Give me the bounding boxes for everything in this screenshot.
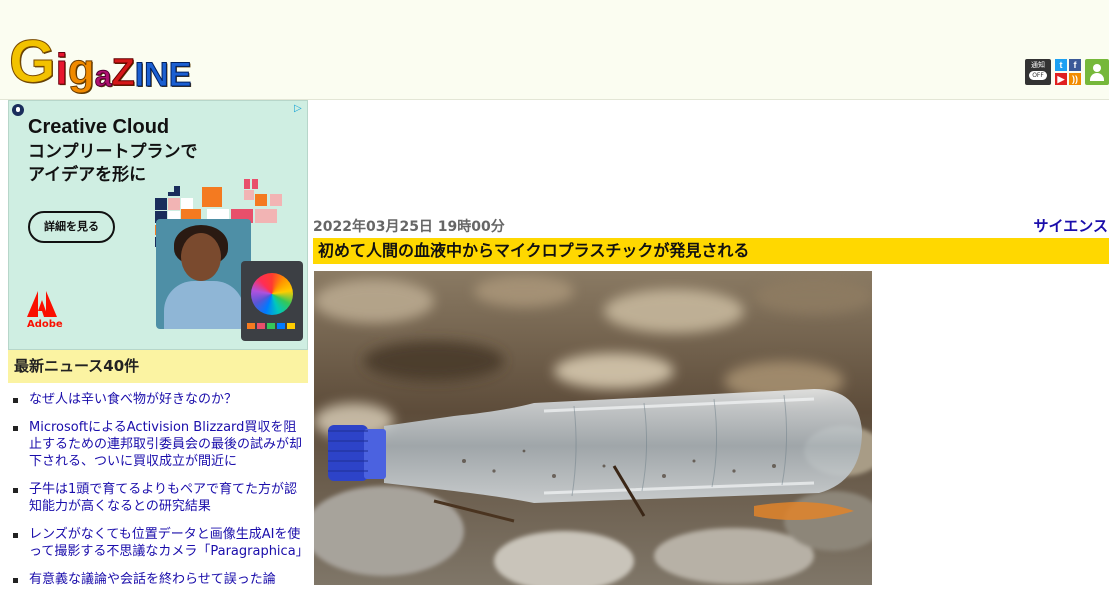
logo-letter: i [55,45,68,94]
adchoices-icon[interactable]: ▷ [294,103,305,115]
ad-person-photo [156,219,251,329]
latest-news-heading-bar: 最新ニュース40件 [8,350,308,383]
ad-details-button[interactable]: 詳細を見る [28,211,115,243]
ad-title: Creative Cloud [28,116,170,138]
logo-letter: E [168,56,192,94]
latest-news-heading: 最新ニュース40件 [14,357,140,375]
logo-letter: Z [111,52,135,94]
adobe-logo-icon [27,291,57,317]
article-title-bar: 初めて人間の血液中からマイクロプラスチックが発見される [313,238,1109,264]
article-hero-image[interactable] [314,271,872,585]
social-links: t f ▶ )) [1055,59,1081,85]
list-item: レンズがなくても位置データと画像生成AIを使って撮影する不思議なカメラ「Para… [8,526,309,560]
user-icon[interactable] [1085,59,1109,85]
list-item: なぜ人は辛い食べ物が好きなのか？ [8,391,308,408]
latest-news-list: なぜ人は辛い食べ物が好きなのか？ MicrosoftによるActivision … [8,391,309,599]
color-wheel-icon [251,273,293,315]
list-item: 有意義な議論や会話を終わらせて誤った論 [8,571,308,588]
header-icons: 通知 OFF t f ▶ )) [1025,59,1109,85]
news-link[interactable]: 有意義な議論や会話を終わらせて誤った論 [29,572,276,587]
logo-letter: a [94,60,112,93]
article-category-link[interactable]: サイエンス [1033,215,1108,236]
notification-state: OFF [1029,71,1047,80]
news-link[interactable]: 子牛は1頭で育てるよりもペアで育てた方が認知能力が高くなるとの研究結果 [29,482,297,514]
article-date: 2022年03月25日 19時00分 [313,219,505,235]
notification-toggle[interactable]: 通知 OFF [1025,59,1051,85]
site-header: G i g a Z I N E 通知 OFF t f ▶ )) [0,0,1109,100]
article-title: 初めて人間の血液中からマイクロプラスチックが発見される [318,241,750,260]
news-link[interactable]: レンズがなくても位置データと画像生成AIを使って撮影する不思議なカメラ「Para… [29,527,309,559]
list-item: MicrosoftによるActivision Blizzard買収を阻止するため… [8,419,308,470]
youtube-icon[interactable]: ▶ [1055,73,1067,85]
logo-letter: N [144,56,170,94]
twitter-icon[interactable]: t [1055,59,1067,71]
ad-color-wheel-panel [241,261,303,341]
logo-letter: I [134,56,145,94]
notification-label: 通知 [1031,61,1045,69]
advertisement[interactable]: ▷ Creative Cloud コンプリートプランで アイデアを形に 詳細を見… [8,100,308,350]
plastic-bottle-photo [314,271,872,585]
news-link[interactable]: なぜ人は辛い食べ物が好きなのか？ [29,392,237,407]
logo-letter: G [9,28,57,95]
logo-letter: g [67,45,95,94]
news-link[interactable]: MicrosoftによるActivision Blizzard買収を阻止するため… [29,420,302,469]
ad-shield-icon [12,104,24,116]
rss-icon[interactable]: )) [1069,73,1081,85]
site-logo[interactable]: G i g a Z I N E [9,28,192,95]
list-item: 子牛は1頭で育てるよりもペアで育てた方が認知能力が高くなるとの研究結果 [8,481,308,515]
ad-brand: Adobe [27,319,63,330]
facebook-icon[interactable]: f [1069,59,1081,71]
